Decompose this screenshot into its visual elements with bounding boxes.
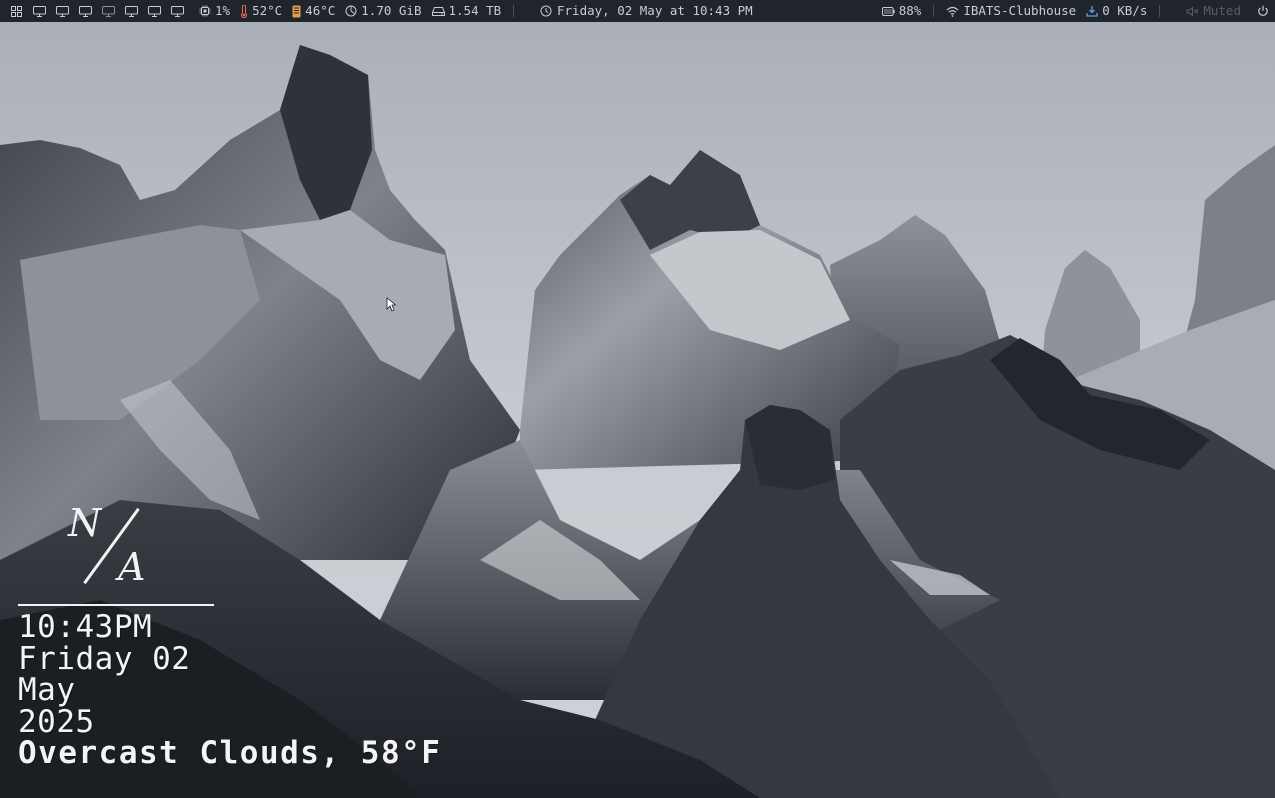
status-tray: 88% IBATS-Clubhouse 0 KB/s Muted [881,0,1269,22]
grid-icon [11,5,22,17]
workspace-3-button[interactable] [74,0,97,22]
monitor-icon [125,5,138,17]
cpu-icon [199,5,211,17]
divider [18,604,214,606]
monitor-icon [33,5,46,17]
workspace-7-button[interactable] [166,0,189,22]
gpu-temp-stat[interactable]: 46°C [292,0,335,22]
workspace-4-button[interactable] [97,0,120,22]
separator [933,5,935,17]
speaker-muted-icon [1186,5,1199,17]
network-speed-text: 0 KB/s [1102,3,1148,18]
monitor-icon [102,5,115,17]
thermometer-icon [240,4,248,18]
battery-level-text: 88% [898,3,922,18]
power-icon [1258,5,1268,16]
separator [513,5,515,17]
memory-usage-text: 1.70 GiB [361,3,422,18]
wifi-stat[interactable]: IBATS-Clubhouse [946,0,1076,22]
workspace-overview-button[interactable] [5,0,28,22]
disk-stat[interactable]: 1.54 TB [431,0,502,22]
battery-icon [881,6,895,16]
gpu-temp-text: 46°C [305,3,336,18]
network-speed-stat[interactable]: 0 KB/s [1086,0,1147,22]
top-status-bar: 1% 52°C 46°C 1.70 GiB 1.54 TB Friday, 02… [0,0,1275,22]
na-logo: N A [68,500,178,592]
desktop: 1% 52°C 46°C 1.70 GiB 1.54 TB Friday, 02… [0,0,1275,798]
logo-letter-a: A [118,545,146,589]
monitor-icon [79,5,92,17]
separator [1159,5,1161,17]
widget-month: May [18,672,76,708]
workspace-5-button[interactable] [120,0,143,22]
download-icon [1086,6,1098,17]
power-button[interactable] [1257,5,1269,17]
volume-stat[interactable]: Muted [1186,0,1241,22]
monitor-icon [56,5,69,17]
memory-pie-icon [345,5,357,17]
clock-widget[interactable]: Friday, 02 May at 10:43 PM [540,0,753,22]
cpu-temp-text: 52°C [252,3,283,18]
cpu-temp-stat[interactable]: 52°C [240,0,282,22]
logo-letter-n: N [68,501,102,545]
workspace-6-button[interactable] [143,0,166,22]
memory-stat[interactable]: 1.70 GiB [345,0,422,22]
monitor-icon [171,5,184,17]
widget-year: 2025 [18,703,95,740]
cpu-usage-text: 1% [215,3,231,18]
workspace-2-button[interactable] [51,0,74,22]
widget-time: 10:43PM [18,609,153,645]
mouse-pointer-icon [386,297,396,312]
battery-stat[interactable]: 88% [881,0,922,22]
workspace-1-button[interactable] [28,0,51,22]
hard-drive-icon [431,6,445,16]
cpu-stat[interactable]: 1% [199,0,230,22]
gpu-icon [292,5,301,17]
disk-usage-text: 1.54 TB [448,3,502,18]
widget-day: Friday 02 [18,640,191,677]
desktop-clock-widget: N A 10:43PM Friday 02 May 2025 Overcast … [18,500,578,770]
clock-icon [540,5,552,17]
clock-text: Friday, 02 May at 10:43 PM [557,3,753,18]
widget-weather: Overcast Clouds, 58°F [18,735,442,771]
monitor-icon [148,5,161,17]
volume-status-text: Muted [1203,3,1241,18]
workspace-switcher [5,0,189,22]
wifi-icon [946,6,959,17]
wifi-network-name: IBATS-Clubhouse [963,3,1077,18]
system-stats: 1% 52°C 46°C 1.70 GiB 1.54 TB [199,0,516,22]
